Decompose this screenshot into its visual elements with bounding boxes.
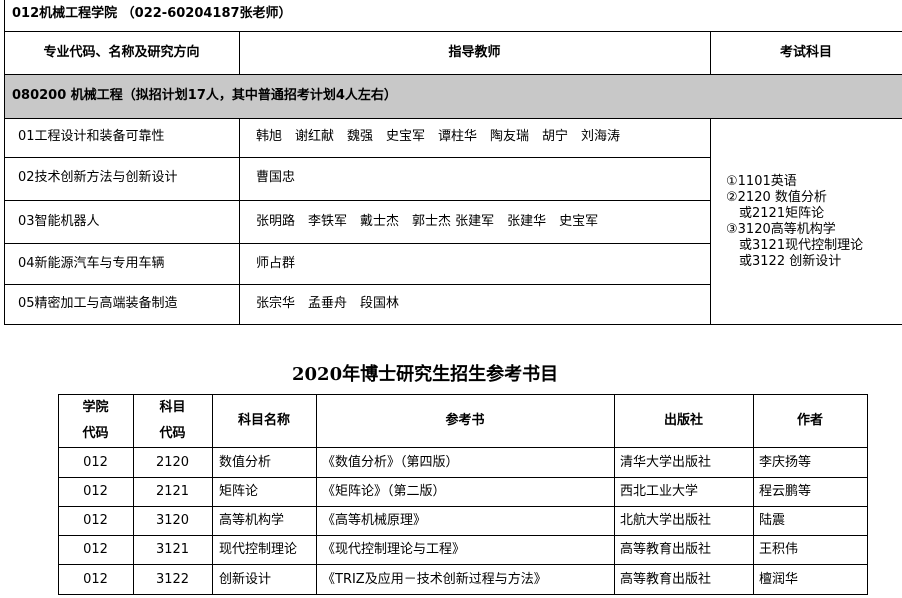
header-publisher: 出版社 xyxy=(663,413,703,428)
teachers-cell: 曹国忠 xyxy=(256,170,296,185)
rule xyxy=(4,118,902,119)
rule xyxy=(4,243,710,244)
college-cell: 012 xyxy=(83,572,108,587)
publisher-cell: 高等教育出版社 xyxy=(620,572,712,587)
teachers-cell: 张宗华 孟垂舟 段国林 xyxy=(256,296,400,311)
name-cell: 矩阵论 xyxy=(219,484,259,499)
header-subject-2: 代码 xyxy=(159,426,186,441)
name-cell: 数值分析 xyxy=(219,455,272,470)
rule xyxy=(4,284,710,285)
exam-line: 或3121现代控制理论 xyxy=(726,238,864,253)
author-cell: 王积伟 xyxy=(759,542,799,557)
header-direction: 专业代码、名称及研究方向 xyxy=(43,45,200,60)
rule xyxy=(4,200,710,201)
publisher-cell: 清华大学出版社 xyxy=(620,455,712,470)
publisher-cell: 高等教育出版社 xyxy=(620,542,712,557)
book-cell: 《矩阵论》（第二版） xyxy=(322,484,446,499)
direction-cell: 02技术创新方法与创新设计 xyxy=(18,170,178,185)
rule xyxy=(58,394,868,395)
header-subject-1: 科目 xyxy=(159,400,186,415)
book-cell: 《高等机械原理》 xyxy=(322,513,427,528)
rule xyxy=(58,535,868,536)
exam-line: ①1101英语 xyxy=(726,174,797,189)
name-cell: 创新设计 xyxy=(219,572,272,587)
teachers-cell: 韩旭 谢红献 魏强 史宝军 谭柱华 陶友瑞 胡宁 刘海涛 xyxy=(256,129,621,144)
major-label: 080200 机械工程（拟招计划17人，其中普通招考计划4人左右） xyxy=(12,88,397,103)
header-teachers: 指导教师 xyxy=(448,45,501,60)
rule xyxy=(867,394,868,595)
rule xyxy=(4,31,902,32)
exam-line: 或2121矩阵论 xyxy=(726,206,825,221)
author-cell: 程云鹏等 xyxy=(759,484,812,499)
header-college-2: 代码 xyxy=(82,426,109,441)
teachers-cell: 师占群 xyxy=(256,256,296,271)
rule xyxy=(4,74,902,75)
code-cell: 2121 xyxy=(155,484,190,499)
college-cell: 012 xyxy=(83,542,108,557)
author-cell: 檀润华 xyxy=(759,572,799,587)
code-cell: 3121 xyxy=(155,542,190,557)
direction-cell: 03智能机器人 xyxy=(18,214,100,229)
header-author: 作者 xyxy=(796,413,823,428)
book-cell: 《TRIZ及应用－技术创新过程与方法》 xyxy=(322,572,547,587)
rule xyxy=(710,118,711,325)
name-cell: 现代控制理论 xyxy=(219,542,298,557)
code-cell: 3122 xyxy=(155,572,190,587)
header-college-1: 学院 xyxy=(82,400,109,415)
rule xyxy=(58,506,868,507)
name-cell: 高等机构学 xyxy=(219,513,285,528)
book-cell: 《现代控制理论与工程》 xyxy=(322,542,466,557)
direction-cell: 04新能源汽车与专用车辆 xyxy=(18,256,165,271)
exam-line: 或3122 创新设计 xyxy=(726,254,842,269)
publisher-cell: 北航大学出版社 xyxy=(620,513,712,528)
publisher-cell: 西北工业大学 xyxy=(620,484,699,499)
rule xyxy=(4,324,902,325)
school-header: 012机械工程学院 （022-60204187张老师） xyxy=(12,6,292,21)
rule xyxy=(239,118,240,325)
code-cell: 3120 xyxy=(155,513,190,528)
author-cell: 李庆扬等 xyxy=(759,455,812,470)
rule xyxy=(58,447,868,448)
header-name: 科目名称 xyxy=(237,413,290,428)
rule xyxy=(4,157,710,158)
college-cell: 012 xyxy=(83,455,108,470)
header-book: 参考书 xyxy=(445,413,485,428)
author-cell: 陆震 xyxy=(759,513,786,528)
college-cell: 012 xyxy=(83,484,108,499)
exam-line: ②2120 数值分析 xyxy=(726,190,827,205)
rule xyxy=(58,594,868,595)
section-title: 2020年博士研究生招生参考书目 xyxy=(292,364,559,385)
teachers-cell: 张明路 李铁军 戴士杰 郭士杰 张建军 张建华 史宝军 xyxy=(256,214,599,229)
direction-cell: 05精密加工与高端装备制造 xyxy=(18,296,178,311)
code-cell: 2120 xyxy=(155,455,190,470)
header-exam: 考试科目 xyxy=(779,45,832,60)
direction-cell: 01工程设计和装备可靠性 xyxy=(18,129,165,144)
rule xyxy=(58,564,868,565)
book-cell: 《数值分析》（第四版） xyxy=(322,455,459,470)
exam-line: ③3120高等机构学 xyxy=(726,222,836,237)
rule xyxy=(58,477,868,478)
college-cell: 012 xyxy=(83,513,108,528)
